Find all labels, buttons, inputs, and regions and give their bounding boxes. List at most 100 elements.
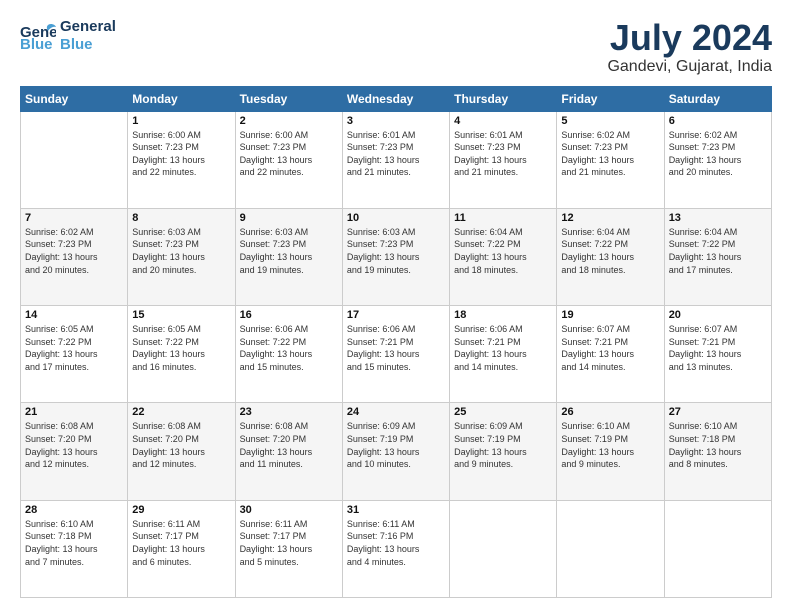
calendar-week-4: 28Sunrise: 6:10 AMSunset: 7:18 PMDayligh… [21, 500, 772, 597]
day-info: Sunrise: 6:02 AMSunset: 7:23 PMDaylight:… [25, 226, 123, 276]
day-info: Sunrise: 6:04 AMSunset: 7:22 PMDaylight:… [454, 226, 552, 276]
calendar-cell: 27 Sunrise: 6:10 AMSunset: 7:18 PMDayligh… [664, 403, 771, 500]
calendar-week-0: 1 Sunrise: 6:00 AMSunset: 7:23 PMDaylight… [21, 111, 772, 208]
day-number: 31 [347, 504, 445, 516]
col-tuesday: Tuesday [235, 86, 342, 111]
calendar-table: Sunday Monday Tuesday Wednesday Thursday… [20, 86, 772, 598]
day-number: 1 [132, 115, 230, 127]
calendar-cell: 28Sunrise: 6:10 AMSunset: 7:18 PMDayligh… [21, 500, 128, 597]
logo-icon: General Blue [20, 21, 56, 51]
calendar-cell: 6Sunrise: 6:02 AMSunset: 7:23 PMDaylight… [664, 111, 771, 208]
calendar-cell: 4 Sunrise: 6:01 AMSunset: 7:23 PMDaylight… [450, 111, 557, 208]
calendar-cell: 7 Sunrise: 6:02 AMSunset: 7:23 PMDaylight… [21, 208, 128, 305]
day-info: Sunrise: 6:06 AMSunset: 7:21 PMDaylight:… [347, 323, 445, 373]
calendar-cell: 9Sunrise: 6:03 AMSunset: 7:23 PMDaylight… [235, 208, 342, 305]
calendar-cell [557, 500, 664, 597]
day-info: Sunrise: 6:04 AMSunset: 7:22 PMDaylight:… [669, 226, 767, 276]
col-friday: Friday [557, 86, 664, 111]
page: General Blue General Blue July 2024 Gand… [0, 0, 792, 612]
day-number: 7 [25, 212, 123, 224]
calendar-cell: 26 Sunrise: 6:10 AMSunset: 7:19 PMDayligh… [557, 403, 664, 500]
day-info: Sunrise: 6:10 AMSunset: 7:19 PMDaylight:… [561, 420, 659, 470]
day-info: Sunrise: 6:03 AMSunset: 7:23 PMDaylight:… [132, 226, 230, 276]
col-sunday: Sunday [21, 86, 128, 111]
day-number: 4 [454, 115, 552, 127]
title-section: July 2024 Gandevi, Gujarat, India [607, 18, 772, 76]
day-number: 8 [132, 212, 230, 224]
calendar-cell: 14 Sunrise: 6:05 AMSunset: 7:22 PMDayligh… [21, 306, 128, 403]
calendar-cell [664, 500, 771, 597]
day-info: Sunrise: 6:07 AMSunset: 7:21 PMDaylight:… [669, 323, 767, 373]
day-number: 20 [669, 309, 767, 321]
day-number: 11 [454, 212, 552, 224]
calendar-cell: 5Sunrise: 6:02 AMSunset: 7:23 PMDaylight… [557, 111, 664, 208]
day-info: Sunrise: 6:11 AMSunset: 7:17 PMDaylight:… [240, 518, 338, 568]
calendar-cell: 2Sunrise: 6:00 AMSunset: 7:23 PMDaylight… [235, 111, 342, 208]
day-info: Sunrise: 6:07 AMSunset: 7:21 PMDaylight:… [561, 323, 659, 373]
day-number: 30 [240, 504, 338, 516]
calendar-week-1: 7 Sunrise: 6:02 AMSunset: 7:23 PMDaylight… [21, 208, 772, 305]
day-info: Sunrise: 6:00 AMSunset: 7:23 PMDaylight:… [132, 129, 230, 179]
calendar-cell [450, 500, 557, 597]
day-number: 19 [561, 309, 659, 321]
day-info: Sunrise: 6:09 AMSunset: 7:19 PMDaylight:… [347, 420, 445, 470]
calendar-cell [21, 111, 128, 208]
header: General Blue General Blue July 2024 Gand… [20, 18, 772, 76]
day-info: Sunrise: 6:03 AMSunset: 7:23 PMDaylight:… [347, 226, 445, 276]
day-info: Sunrise: 6:05 AMSunset: 7:22 PMDaylight:… [25, 323, 123, 373]
day-info: Sunrise: 6:04 AMSunset: 7:22 PMDaylight:… [561, 226, 659, 276]
calendar-cell: 10 Sunrise: 6:03 AMSunset: 7:23 PMDayligh… [342, 208, 449, 305]
calendar-cell: 20 Sunrise: 6:07 AMSunset: 7:21 PMDayligh… [664, 306, 771, 403]
calendar-cell: 21Sunrise: 6:08 AMSunset: 7:20 PMDayligh… [21, 403, 128, 500]
col-saturday: Saturday [664, 86, 771, 111]
day-number: 26 [561, 406, 659, 418]
day-info: Sunrise: 6:02 AMSunset: 7:23 PMDaylight:… [561, 129, 659, 179]
day-info: Sunrise: 6:10 AMSunset: 7:18 PMDaylight:… [669, 420, 767, 470]
col-wednesday: Wednesday [342, 86, 449, 111]
day-info: Sunrise: 6:01 AMSunset: 7:23 PMDaylight:… [454, 129, 552, 179]
day-number: 13 [669, 212, 767, 224]
day-info: Sunrise: 6:01 AMSunset: 7:23 PMDaylight:… [347, 129, 445, 179]
day-number: 10 [347, 212, 445, 224]
day-number: 9 [240, 212, 338, 224]
calendar-cell: 29Sunrise: 6:11 AMSunset: 7:17 PMDayligh… [128, 500, 235, 597]
day-info: Sunrise: 6:09 AMSunset: 7:19 PMDaylight:… [454, 420, 552, 470]
day-number: 14 [25, 309, 123, 321]
day-info: Sunrise: 6:08 AMSunset: 7:20 PMDaylight:… [240, 420, 338, 470]
calendar-cell: 23 Sunrise: 6:08 AMSunset: 7:20 PMDayligh… [235, 403, 342, 500]
day-info: Sunrise: 6:06 AMSunset: 7:22 PMDaylight:… [240, 323, 338, 373]
calendar-cell: 17 Sunrise: 6:06 AMSunset: 7:21 PMDayligh… [342, 306, 449, 403]
day-number: 22 [132, 406, 230, 418]
day-info: Sunrise: 6:11 AMSunset: 7:16 PMDaylight:… [347, 518, 445, 568]
day-info: Sunrise: 6:08 AMSunset: 7:20 PMDaylight:… [132, 420, 230, 470]
day-number: 6 [669, 115, 767, 127]
day-number: 23 [240, 406, 338, 418]
calendar-cell: 24 Sunrise: 6:09 AMSunset: 7:19 PMDayligh… [342, 403, 449, 500]
day-number: 3 [347, 115, 445, 127]
day-number: 29 [132, 504, 230, 516]
day-info: Sunrise: 6:06 AMSunset: 7:21 PMDaylight:… [454, 323, 552, 373]
header-row: Sunday Monday Tuesday Wednesday Thursday… [21, 86, 772, 111]
col-thursday: Thursday [450, 86, 557, 111]
calendar-cell: 18Sunrise: 6:06 AMSunset: 7:21 PMDayligh… [450, 306, 557, 403]
calendar-cell: 1 Sunrise: 6:00 AMSunset: 7:23 PMDaylight… [128, 111, 235, 208]
calendar-cell: 31 Sunrise: 6:11 AMSunset: 7:16 PMDayligh… [342, 500, 449, 597]
calendar-week-2: 14 Sunrise: 6:05 AMSunset: 7:22 PMDayligh… [21, 306, 772, 403]
calendar-cell: 30 Sunrise: 6:11 AMSunset: 7:17 PMDayligh… [235, 500, 342, 597]
calendar-cell: 22 Sunrise: 6:08 AMSunset: 7:20 PMDayligh… [128, 403, 235, 500]
day-number: 16 [240, 309, 338, 321]
calendar-title: July 2024 [607, 18, 772, 58]
calendar-cell: 13 Sunrise: 6:04 AMSunset: 7:22 PMDayligh… [664, 208, 771, 305]
day-number: 2 [240, 115, 338, 127]
day-number: 17 [347, 309, 445, 321]
day-number: 24 [347, 406, 445, 418]
logo-line2: Blue [60, 36, 116, 54]
calendar-cell: 25Sunrise: 6:09 AMSunset: 7:19 PMDayligh… [450, 403, 557, 500]
day-number: 12 [561, 212, 659, 224]
calendar-cell: 8 Sunrise: 6:03 AMSunset: 7:23 PMDaylight… [128, 208, 235, 305]
calendar-cell: 19 Sunrise: 6:07 AMSunset: 7:21 PMDayligh… [557, 306, 664, 403]
day-number: 27 [669, 406, 767, 418]
day-info: Sunrise: 6:05 AMSunset: 7:22 PMDaylight:… [132, 323, 230, 373]
day-number: 21 [25, 406, 123, 418]
logo-line1: General [60, 18, 116, 36]
